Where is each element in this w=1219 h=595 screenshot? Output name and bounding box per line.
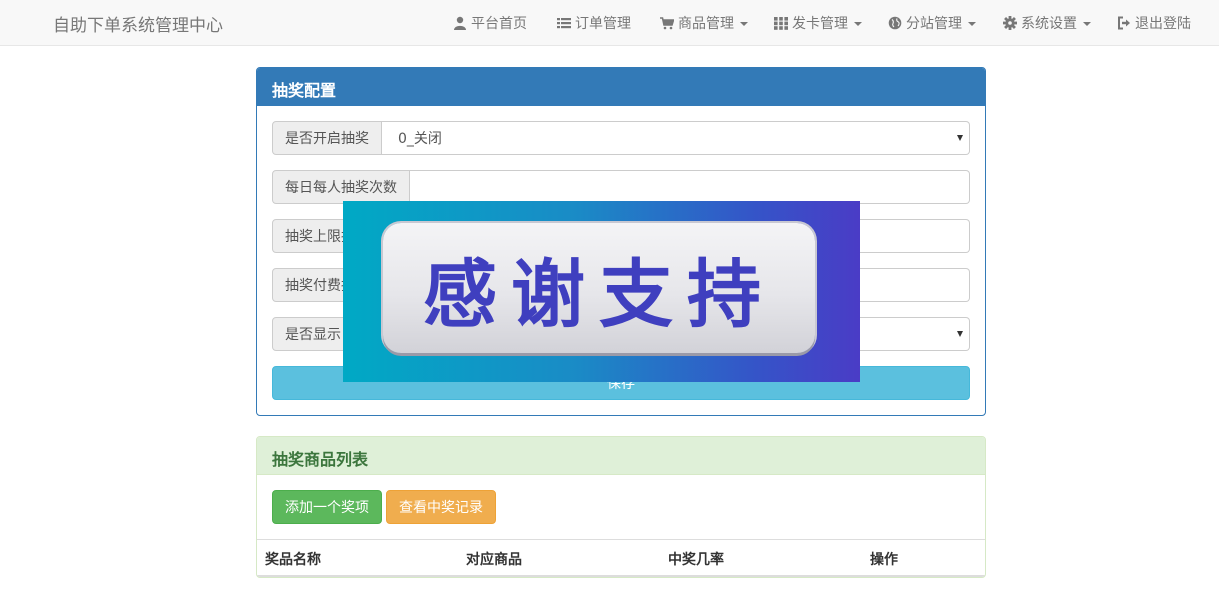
view-records-button[interactable]: 查看中奖记录	[386, 490, 496, 524]
field-label: 是否开启抽奖	[272, 121, 382, 155]
prize-list-panel: 抽奖商品列表 添加一个奖项 查看中奖记录 奖品名称 对应商品 中奖几率 操作	[256, 436, 986, 578]
brand-title[interactable]: 自助下单系统管理中心	[53, 11, 223, 36]
enable-lottery-select[interactable]: 0_关闭	[382, 121, 970, 155]
nav-substations[interactable]: 分站管理	[888, 13, 976, 33]
banner-text: 感谢支持	[423, 251, 775, 338]
nav-logout[interactable]: 退出登陆	[1117, 13, 1191, 33]
select-value: 0_关闭	[398, 131, 442, 147]
chevron-down-icon	[854, 22, 862, 26]
banner-plate: 感谢支持	[383, 223, 815, 353]
prize-table-header: 奖品名称 对应商品 中奖几率 操作	[257, 539, 985, 577]
panel-title: 抽奖配置	[257, 68, 985, 106]
nav-orders[interactable]: 订单管理	[557, 13, 631, 33]
dropdown-arrow-icon	[957, 135, 963, 141]
column-header: 操作	[870, 552, 898, 568]
nav-settings-label: 系统设置	[1021, 16, 1077, 32]
panel-title: 抽奖商品列表	[257, 437, 985, 475]
grid-icon	[774, 16, 788, 30]
nav-settings[interactable]: 系统设置	[1003, 13, 1091, 33]
globe-icon	[888, 16, 902, 30]
nav-cards-label: 发卡管理	[792, 16, 848, 32]
nav-logout-label: 退出登陆	[1135, 16, 1191, 32]
daily-draws-input[interactable]	[410, 170, 970, 204]
nav-orders-label: 订单管理	[575, 16, 631, 32]
field-label: 是否显示	[272, 317, 354, 351]
column-header: 对应商品	[466, 552, 522, 568]
add-prize-button[interactable]: 添加一个奖项	[272, 490, 382, 524]
nav-home[interactable]: 平台首页	[453, 13, 527, 33]
dropdown-arrow-icon	[957, 331, 963, 337]
thanks-overlay-banner[interactable]: 感谢支持	[343, 201, 860, 382]
nav-products-label: 商品管理	[678, 16, 734, 32]
chevron-down-icon	[1083, 22, 1091, 26]
logout-icon	[1117, 16, 1131, 30]
nav-substations-label: 分站管理	[906, 16, 962, 32]
form-row-daily-draws: 每日每人抽奖次数	[272, 170, 970, 204]
gear-icon	[1003, 16, 1017, 30]
column-header: 奖品名称	[265, 552, 321, 568]
column-header: 中奖几率	[668, 552, 724, 568]
chevron-down-icon	[740, 22, 748, 26]
field-label: 每日每人抽奖次数	[272, 170, 410, 204]
nav-home-label: 平台首页	[471, 16, 527, 32]
user-icon	[453, 16, 467, 30]
cart-icon	[660, 16, 675, 30]
form-row-enable-lottery: 是否开启抽奖 0_关闭	[272, 121, 970, 155]
list-icon	[557, 16, 571, 30]
chevron-down-icon	[968, 22, 976, 26]
nav-products[interactable]: 商品管理	[660, 13, 748, 33]
top-navbar: 自助下单系统管理中心 平台首页 订单管理 商品管理 发卡管理 分站管理 系统设置…	[0, 0, 1219, 46]
nav-cards[interactable]: 发卡管理	[774, 13, 862, 33]
